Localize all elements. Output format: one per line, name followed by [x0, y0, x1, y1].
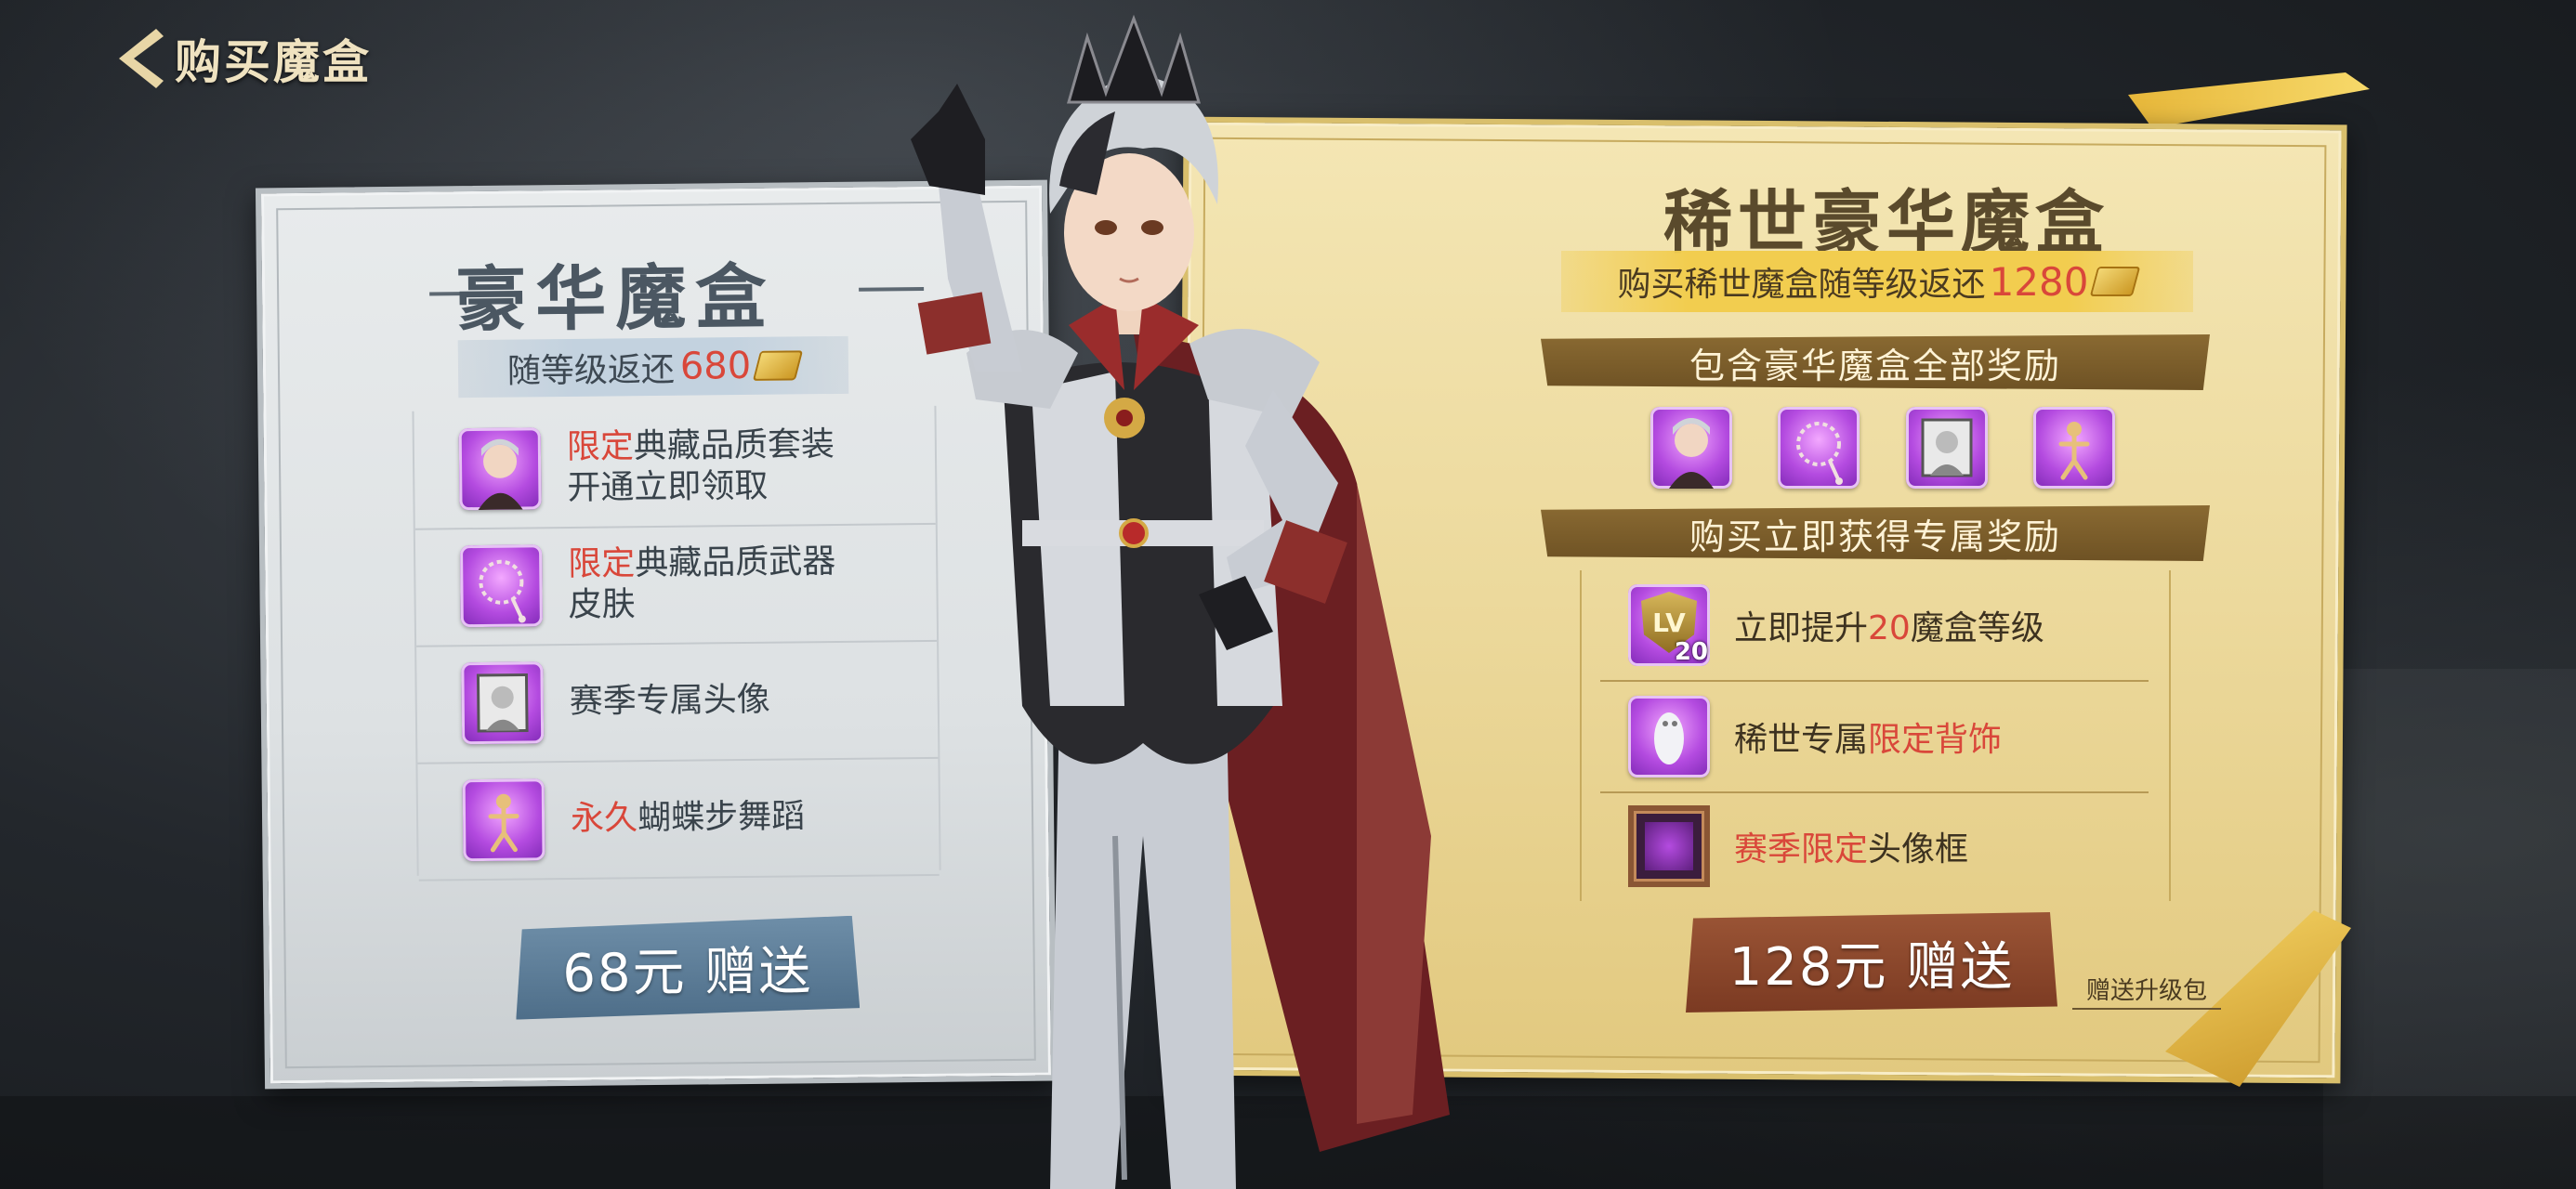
reward-suffix: 头像框: [1868, 830, 1969, 869]
character-glove: [911, 84, 985, 195]
rosary-weapon-icon: [459, 544, 543, 628]
character-portrait-icon[interactable]: [1650, 407, 1732, 489]
rebate-amount: 1280: [1989, 258, 2089, 305]
frame-inner: [1645, 822, 1693, 870]
back-accessory-icon: [1628, 696, 1710, 777]
rosary-weapon-icon[interactable]: [1778, 407, 1860, 489]
reward-text-line1: 典藏品质武器: [635, 542, 836, 583]
back-button[interactable]: 购买魔盒: [110, 26, 372, 91]
character-crown: [1067, 14, 1201, 104]
lv-number: 20: [1674, 638, 1708, 666]
gold-ingot-icon: [2090, 267, 2141, 296]
reward-text-line1: 蝴蝶步舞蹈: [637, 797, 806, 838]
list-item[interactable]: 赛季限定头像框: [1582, 791, 2169, 901]
list-item[interactable]: LV 20 立即提升20魔盒等级: [1582, 570, 2169, 680]
reward-highlight: 限定背饰: [1868, 721, 2003, 759]
chevron-left-icon: [119, 29, 164, 88]
reward-text: 赛季限定头像框: [1734, 822, 1968, 870]
gold-ingot-icon: [753, 350, 804, 381]
avatar-portrait-icon: [461, 661, 545, 745]
character-portrait-icon: [458, 427, 542, 511]
character-legs: [1050, 706, 1236, 1189]
reward-highlight: 限定: [566, 427, 635, 466]
list-item[interactable]: 稀世专属限定背饰: [1582, 682, 2169, 791]
avatar-frame-icon: [1628, 805, 1710, 887]
reward-text: 立即提升20魔盒等级: [1734, 601, 2044, 649]
rebate-label: 随等级返还: [506, 350, 676, 391]
reward-text: 稀世专属限定背饰: [1734, 712, 2002, 761]
buy-deluxe-button[interactable]: 68元 赠送: [515, 916, 860, 1020]
page-title: 购买魔盒: [175, 34, 372, 89]
level-up-icon: LV 20: [1628, 584, 1710, 666]
reward-highlight: 限定: [567, 544, 636, 583]
exclusive-rewards-banner: 购买立即获得专属奖励: [1541, 505, 2210, 561]
rare-rebate-strip: 购买稀世魔盒随等级返还 1280: [1561, 251, 2193, 312]
gift-upgrade-pack-link[interactable]: 赠送升级包: [2072, 972, 2221, 1010]
rebate-amount: 680: [679, 344, 752, 388]
rebate-label: 购买稀世魔盒随等级返还: [1617, 266, 1986, 304]
reward-highlight: 20: [1868, 609, 1911, 647]
buy-rare-deluxe-button[interactable]: 128元 赠送: [1686, 912, 2057, 1013]
reward-highlight: 赛季限定: [1734, 830, 1869, 869]
avatar-portrait-icon[interactable]: [1905, 407, 1988, 489]
reward-text-line1: 赛季专属头像: [569, 680, 770, 721]
included-rewards-icons: [1650, 407, 2115, 492]
reward-text-line1: 典藏品质套装: [633, 425, 835, 466]
all-rewards-banner: 包含豪华魔盒全部奖励: [1541, 334, 2210, 390]
exclusive-reward-list: LV 20 立即提升20魔盒等级 稀世专属限定背饰 赛季限定头像框: [1580, 570, 2171, 901]
reward-highlight: 永久: [570, 799, 638, 838]
reward-prefix: 稀世专属: [1734, 721, 1869, 759]
deluxe-rebate-strip: 随等级返还 680: [457, 335, 849, 399]
reward-prefix: 立即提升: [1734, 609, 1869, 647]
dance-emote-icon: [462, 778, 545, 862]
reward-text-line2: 开通立即领取: [567, 466, 769, 507]
reward-text-line2: 皮肤: [568, 585, 636, 624]
character-illustration: [911, 14, 1450, 1189]
dance-emote-icon[interactable]: [2032, 407, 2115, 489]
reward-suffix: 魔盒等级: [1910, 609, 2044, 647]
